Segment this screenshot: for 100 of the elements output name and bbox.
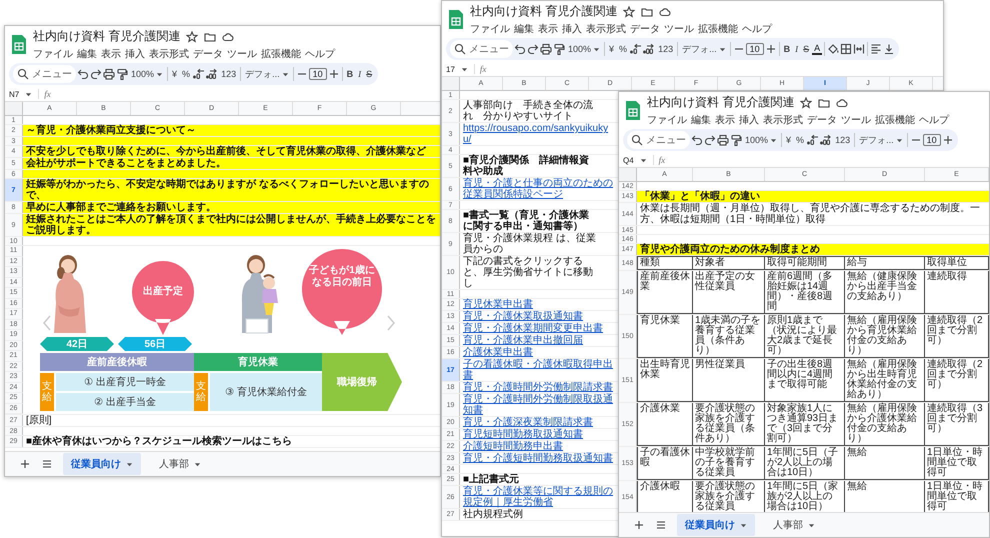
paint-format-icon[interactable] <box>730 134 742 146</box>
plus-icon[interactable] <box>764 43 777 55</box>
sheet-tab[interactable]: 従業員向け <box>63 453 141 475</box>
link[interactable]: 育児・介護休業取扱通知書 <box>463 311 583 322</box>
search-field[interactable]: メニュー <box>13 65 76 83</box>
sheet-tab[interactable]: 従業員向け <box>677 514 755 536</box>
menu-item[interactable]: 拡張機能 <box>261 47 301 61</box>
link[interactable]: 育児・介護短時間勤務取扱通知書 <box>463 453 613 464</box>
link[interactable]: 介護短時間勤務申出書 <box>463 441 563 452</box>
font-dropdown[interactable]: デフォ... <box>680 42 728 56</box>
menu-item[interactable]: 拡張機能 <box>698 22 738 36</box>
link[interactable]: 育児・介護時間外労働制限請求書 <box>463 382 613 393</box>
align-icon[interactable] <box>870 43 882 55</box>
menu-item[interactable]: 編集 <box>514 22 534 36</box>
decrease-decimal-icon[interactable] <box>193 68 206 80</box>
cell-reference[interactable]: Q4 <box>623 156 634 164</box>
link[interactable]: 育児・介護休業申出撤回届 <box>463 335 583 346</box>
spreadsheet-logo-icon[interactable] <box>625 100 641 120</box>
link[interactable]: 育児休業申出書 <box>463 299 533 310</box>
paint-format-icon[interactable] <box>116 68 128 80</box>
plus-icon[interactable] <box>328 68 340 80</box>
undo-icon[interactable] <box>77 68 89 80</box>
menu-item[interactable]: ツール <box>227 47 257 61</box>
strikethrough-button[interactable]: S <box>801 44 812 54</box>
print-icon[interactable] <box>540 43 552 55</box>
menu-item[interactable]: ヘルプ <box>919 113 949 127</box>
print-icon[interactable] <box>103 68 115 80</box>
menu-item[interactable]: 編集 <box>77 47 97 61</box>
zoom-dropdown[interactable]: 100% <box>129 69 166 79</box>
menu-item[interactable]: データ <box>630 22 660 36</box>
cloud-icon[interactable] <box>659 6 672 18</box>
star-icon[interactable] <box>186 30 198 42</box>
menu-item[interactable]: ファイル <box>647 113 687 127</box>
merge-cells-icon[interactable] <box>853 43 866 55</box>
menu-item[interactable]: 挿入 <box>125 47 145 61</box>
sheet-list-icon[interactable] <box>655 519 667 531</box>
zoom-dropdown[interactable]: 100% <box>566 44 602 54</box>
italic-button[interactable]: I <box>793 44 800 54</box>
link[interactable]: 育児・介護深夜業制限請求書 <box>463 417 593 428</box>
format-button[interactable]: 123 <box>656 44 676 54</box>
folder-icon[interactable] <box>641 6 654 18</box>
menu-item[interactable]: 表示形式 <box>586 22 626 36</box>
menu-item[interactable]: 表示形式 <box>149 47 189 61</box>
paint-bucket-icon[interactable] <box>827 43 840 55</box>
menu-item[interactable]: ファイル <box>33 47 73 61</box>
menu-item[interactable]: 表示形式 <box>763 113 803 127</box>
link[interactable]: 介護休業申出書 <box>463 347 533 358</box>
undo-icon[interactable] <box>514 43 526 55</box>
borders-icon[interactable] <box>840 43 852 55</box>
font-dropdown[interactable]: デフォ... <box>243 68 291 80</box>
folder-icon[interactable] <box>204 30 216 42</box>
font-size-field[interactable]: 10 <box>922 134 941 146</box>
link[interactable]: 育児短時間勤務取扱通知書 <box>463 429 583 440</box>
star-icon[interactable] <box>800 96 812 108</box>
menu-item[interactable]: ツール <box>664 22 694 36</box>
menu-item[interactable]: ファイル <box>470 22 510 36</box>
folder-icon[interactable] <box>818 96 830 108</box>
format-button[interactable]: % <box>180 69 192 79</box>
zoom-dropdown[interactable]: 100% <box>743 135 780 145</box>
menu-item[interactable]: 挿入 <box>739 113 759 127</box>
strikethrough-button[interactable]: S <box>364 69 374 79</box>
cell-reference[interactable]: N7 <box>9 90 20 98</box>
cloud-icon[interactable] <box>836 96 848 108</box>
sheet-tab[interactable]: 人事部 <box>765 514 823 536</box>
vertical-align-icon[interactable] <box>883 43 896 55</box>
menu-item[interactable]: 表示 <box>715 113 735 127</box>
bold-button[interactable]: B <box>344 69 356 79</box>
link[interactable]: 育児・介護休業等に関する規則の規定例｜厚生労働省 <box>463 486 613 508</box>
menu-item[interactable]: データ <box>193 47 223 61</box>
format-button[interactable]: 123 <box>833 135 852 145</box>
cell-reference[interactable]: 17 <box>446 64 455 74</box>
cloud-icon[interactable] <box>222 30 234 42</box>
menu-item[interactable]: 挿入 <box>562 22 582 36</box>
menu-item[interactable]: ヘルプ <box>305 47 335 61</box>
link[interactable]: 育児・介護休業期間変更申出書 <box>463 323 603 334</box>
format-button[interactable]: 123 <box>219 69 238 79</box>
link[interactable]: 育児・介護時間外労働制限取扱通知書 <box>463 394 613 416</box>
search-field[interactable]: メニュー <box>627 131 690 149</box>
italic-button[interactable]: I <box>356 69 364 79</box>
sheet-tab[interactable]: 人事部 <box>151 453 209 475</box>
sheet-list-icon[interactable] <box>41 458 53 470</box>
menu-item[interactable]: ツール <box>841 113 871 127</box>
format-button[interactable]: % <box>794 135 806 145</box>
format-button[interactable]: ¥ <box>784 135 794 145</box>
menu-item[interactable]: 編集 <box>691 113 711 127</box>
plus-icon[interactable] <box>942 134 954 146</box>
undo-icon[interactable] <box>691 134 703 146</box>
decrease-decimal-icon[interactable] <box>807 134 820 146</box>
search-field[interactable]: メニュー <box>450 40 513 58</box>
add-sheet-icon[interactable] <box>19 458 31 470</box>
bold-button[interactable]: B <box>782 44 792 54</box>
spreadsheet-logo-icon[interactable] <box>11 34 27 54</box>
paint-format-icon[interactable] <box>553 43 565 55</box>
link[interactable]: 育児・介護と仕事の両立のための従業員関係特設ページ <box>463 178 613 200</box>
format-button[interactable]: ¥ <box>607 44 616 54</box>
link[interactable]: 子の看護休暇・介護休暇取得申出書 <box>463 359 613 381</box>
font-size-field[interactable]: 10 <box>308 68 327 80</box>
font-size-field[interactable]: 10 <box>746 43 764 55</box>
menu-item[interactable]: 表示 <box>101 47 121 61</box>
menu-item[interactable]: 表示 <box>538 22 558 36</box>
